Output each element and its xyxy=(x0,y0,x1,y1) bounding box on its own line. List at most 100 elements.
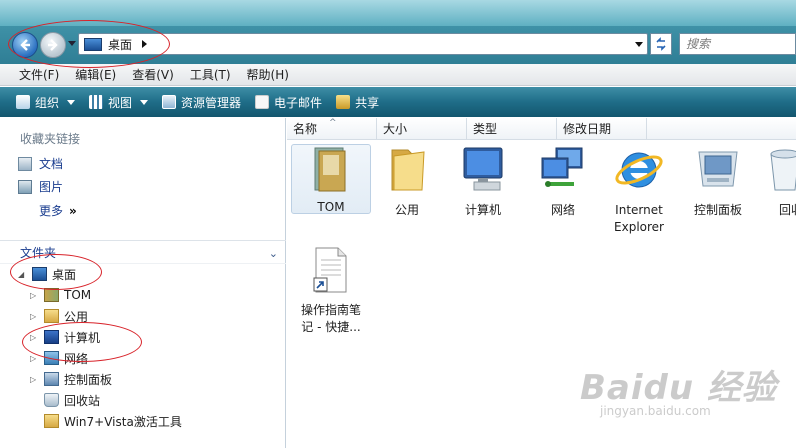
menu-bar: 文件(F) 编辑(E) 查看(V) 工具(T) 帮助(H) xyxy=(0,64,796,86)
tree-item-tom[interactable]: ▷ TOM xyxy=(30,285,91,305)
tree-item-public[interactable]: ▷ 公用 xyxy=(30,306,88,326)
views-button[interactable]: 视图 xyxy=(89,94,149,111)
navigation-pane: 收藏夹链接 文档 图片 更多 » 文件夹 ⌄ ◢ 桌面 ▷ TOM ▷ 公用 ▷ xyxy=(0,118,286,448)
back-button[interactable] xyxy=(12,32,38,58)
file-item-control-panel[interactable]: 控制面板 xyxy=(678,144,758,219)
organize-icon xyxy=(16,95,30,109)
column-modified[interactable]: 修改日期 xyxy=(557,118,647,140)
file-item-tom[interactable]: TOM xyxy=(291,144,371,214)
ie-icon xyxy=(614,144,664,196)
shortcut-document-icon xyxy=(306,244,356,296)
address-dropdown-icon[interactable] xyxy=(635,42,643,47)
tree-label: 计算机 xyxy=(64,330,101,345)
collapsed-triangle-icon[interactable]: ▷ xyxy=(30,375,40,384)
folders-header-label: 文件夹 xyxy=(20,245,57,260)
share-icon xyxy=(336,95,351,109)
email-label: 电子邮件 xyxy=(274,95,323,110)
network-icon xyxy=(44,351,59,365)
collapsed-triangle-icon[interactable]: ▷ xyxy=(30,312,40,321)
file-label-line2: 记 - 快捷... xyxy=(301,320,361,334)
favorite-pictures[interactable]: 图片 xyxy=(18,178,63,195)
folder-icon xyxy=(382,144,432,196)
tree-item-computer[interactable]: ▷ 计算机 xyxy=(30,327,100,347)
menu-edit[interactable]: 编辑(E) xyxy=(75,66,116,83)
menu-help[interactable]: 帮助(H) xyxy=(247,66,289,83)
file-item-internet-explorer[interactable]: Internet Explorer xyxy=(599,144,679,236)
menu-file[interactable]: 文件(F) xyxy=(19,66,59,83)
chevron-down-icon xyxy=(67,99,76,105)
collapsed-triangle-icon[interactable]: ▷ xyxy=(30,291,40,300)
tree-item-control-panel[interactable]: ▷ 控制面板 xyxy=(30,369,112,389)
double-chevron-icon: » xyxy=(69,204,77,218)
tree-item-desktop[interactable]: ◢ 桌面 xyxy=(18,264,76,284)
watermark-main: Baidu 经验 xyxy=(580,368,777,408)
column-size[interactable]: 大小 xyxy=(377,118,467,140)
file-item-network[interactable]: 网络 xyxy=(523,144,603,219)
control-panel-icon xyxy=(693,144,743,196)
menu-view[interactable]: 查看(V) xyxy=(132,66,174,83)
tree-label: 回收站 xyxy=(64,393,101,408)
tree-label: 公用 xyxy=(64,309,89,324)
tree-item-activation-tool[interactable]: Win7+Vista激活工具 xyxy=(30,411,182,431)
favorites-header: 收藏夹链接 xyxy=(20,132,81,146)
column-header-row: 名称 ^ 大小 类型 修改日期 xyxy=(287,118,796,140)
back-arrow-icon xyxy=(20,39,30,51)
column-size-label: 大小 xyxy=(383,122,408,136)
tree-item-recycle-bin[interactable]: 回收站 xyxy=(30,390,100,410)
folder-icon xyxy=(44,309,59,323)
expanded-triangle-icon[interactable]: ◢ xyxy=(18,270,28,279)
explorer-button[interactable]: 资源管理器 xyxy=(162,94,241,111)
breadcrumb-chevron-icon[interactable] xyxy=(142,40,148,48)
tree-label: 控制面板 xyxy=(64,372,113,387)
pictures-icon xyxy=(18,179,32,194)
address-location: 桌面 xyxy=(108,37,133,52)
user-folder-icon xyxy=(311,145,351,193)
file-label: 回收 xyxy=(779,203,796,217)
forward-arrow-icon xyxy=(48,39,58,51)
favorite-documents[interactable]: 文档 xyxy=(18,155,63,172)
file-item-computer[interactable]: 计算机 xyxy=(443,144,523,219)
file-label-line2: Explorer xyxy=(614,220,664,234)
recent-pages-dropdown[interactable] xyxy=(68,41,76,46)
file-item-guide-shortcut[interactable]: 操作指南笔 记 - 快捷... xyxy=(291,244,371,336)
folder-icon xyxy=(44,414,59,428)
refresh-button[interactable] xyxy=(650,33,672,55)
chevron-down-icon xyxy=(140,99,149,105)
tree-label: TOM xyxy=(64,288,92,302)
explorer-icon xyxy=(162,95,177,109)
tree-label: Win7+Vista激活工具 xyxy=(64,414,182,429)
email-button[interactable]: 电子邮件 xyxy=(255,94,322,111)
collapsed-triangle-icon[interactable]: ▷ xyxy=(30,354,40,363)
command-bar: 组织 视图 资源管理器 电子邮件 共享 xyxy=(0,87,796,117)
file-label-line1: Internet xyxy=(615,203,663,217)
forward-button[interactable] xyxy=(40,32,66,58)
file-item-public[interactable]: 公用 xyxy=(367,144,447,219)
computer-icon xyxy=(458,144,508,196)
file-item-recycle-bin[interactable]: 回收 xyxy=(757,144,796,219)
address-field[interactable]: 桌面 xyxy=(78,33,648,55)
share-button[interactable]: 共享 xyxy=(336,94,379,111)
file-label: 控制面板 xyxy=(693,203,742,217)
control-panel-icon xyxy=(44,372,59,386)
desktop-icon xyxy=(32,267,47,281)
window-title-strip xyxy=(0,0,796,26)
collapse-chevron-icon[interactable]: ⌄ xyxy=(269,247,278,260)
column-modified-label: 修改日期 xyxy=(563,122,612,136)
favorite-pictures-label: 图片 xyxy=(39,180,64,194)
search-input[interactable]: 搜索 xyxy=(679,33,796,55)
folders-header[interactable]: 文件夹 ⌄ xyxy=(0,240,286,264)
favorite-documents-label: 文档 xyxy=(39,157,64,171)
desktop-icon xyxy=(84,37,102,51)
explorer-label: 资源管理器 xyxy=(181,95,242,110)
collapsed-triangle-icon[interactable]: ▷ xyxy=(30,333,40,342)
file-label: 网络 xyxy=(550,203,575,217)
organize-button[interactable]: 组织 xyxy=(16,94,76,111)
watermark-sub: jingyan.baidu.com xyxy=(600,404,711,418)
tree-item-network[interactable]: ▷ 网络 xyxy=(30,348,88,368)
refresh-icon xyxy=(656,37,666,51)
more-favorites-link[interactable]: 更多 » xyxy=(39,202,77,219)
menu-tools[interactable]: 工具(T) xyxy=(190,66,231,83)
file-label: 公用 xyxy=(394,203,419,217)
column-type[interactable]: 类型 xyxy=(467,118,557,140)
views-icon xyxy=(89,95,104,109)
